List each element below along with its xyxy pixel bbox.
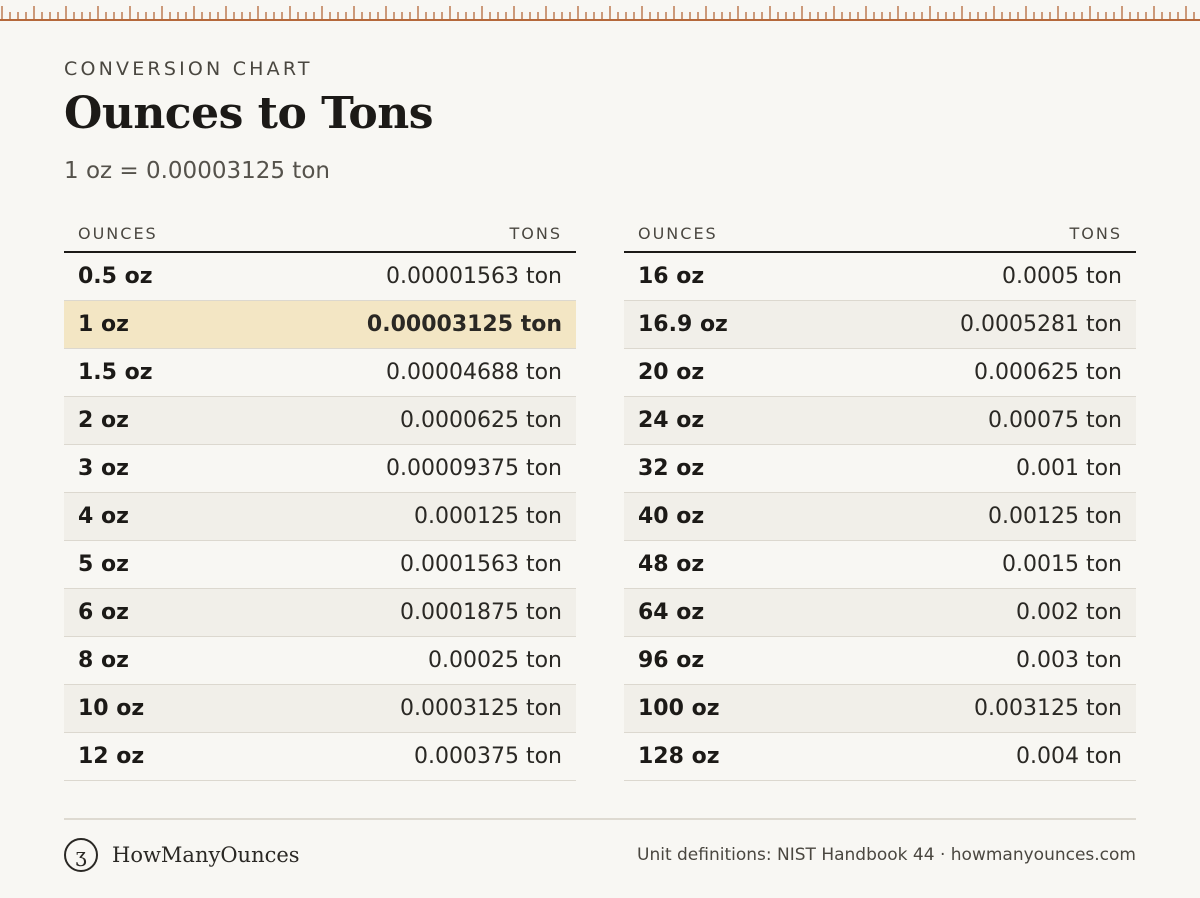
tons-cell: 0.004 ton bbox=[1015, 744, 1122, 769]
table-row: 100 oz 0.003125 ton bbox=[624, 685, 1136, 733]
ounces-cell: 48 oz bbox=[638, 552, 705, 577]
tons-cell: 0.000125 ton bbox=[414, 504, 562, 529]
table-row-highlighted: 1 oz 0.00003125 ton bbox=[64, 301, 576, 349]
tons-cell: 0.0001875 ton bbox=[400, 600, 562, 625]
table-row: 96 oz 0.003 ton bbox=[624, 637, 1136, 685]
ounces-cell: 12 oz bbox=[78, 744, 145, 769]
footer-divider bbox=[64, 818, 1136, 820]
column-header-tons: TONS bbox=[509, 224, 562, 243]
table-row: 16 oz 0.0005 ton bbox=[624, 253, 1136, 301]
table-row: 64 oz 0.002 ton bbox=[624, 589, 1136, 637]
ounces-cell: 3 oz bbox=[78, 456, 129, 481]
ounces-cell: 16 oz bbox=[638, 264, 705, 289]
ounces-cell: 10 oz bbox=[78, 696, 145, 721]
table-header: OUNCES TONS bbox=[64, 216, 576, 253]
ounces-cell: 2 oz bbox=[78, 408, 129, 433]
tons-cell: 0.00001563 ton bbox=[386, 264, 562, 289]
source-credit: Unit definitions: NIST Handbook 44 · how… bbox=[637, 845, 1136, 865]
tons-cell: 0.00009375 ton bbox=[386, 456, 562, 481]
tons-cell: 0.00125 ton bbox=[988, 504, 1122, 529]
tons-cell: 0.003 ton bbox=[1015, 648, 1122, 673]
ruler-decoration bbox=[0, 6, 1200, 21]
eyebrow-label: CONVERSION CHART bbox=[64, 58, 313, 80]
table-row: 16.9 oz 0.0005281 ton bbox=[624, 301, 1136, 349]
table-header: OUNCES TONS bbox=[624, 216, 1136, 253]
ounces-cell: 1 oz bbox=[78, 312, 129, 337]
tons-cell: 0.000625 ton bbox=[974, 360, 1122, 385]
ounces-cell: 32 oz bbox=[638, 456, 705, 481]
ounces-cell: 24 oz bbox=[638, 408, 705, 433]
table-row: 10 oz 0.0003125 ton bbox=[64, 685, 576, 733]
table-body: 0.5 oz 0.00001563 ton 1 oz 0.00003125 ton 1.… bbox=[64, 253, 576, 781]
tons-cell: 0.0015 ton bbox=[1001, 552, 1122, 577]
ounces-cell: 16.9 oz bbox=[638, 312, 728, 337]
ounces-cell: 5 oz bbox=[78, 552, 129, 577]
ounces-cell: 100 oz bbox=[638, 696, 720, 721]
table-row: 4 oz 0.000125 ton bbox=[64, 493, 576, 541]
ounces-cell: 8 oz bbox=[78, 648, 129, 673]
ounces-cell: 4 oz bbox=[78, 504, 129, 529]
ounces-cell: 64 oz bbox=[638, 600, 705, 625]
table-row: 3 oz 0.00009375 ton bbox=[64, 445, 576, 493]
table-row: 1.5 oz 0.00004688 ton bbox=[64, 349, 576, 397]
tons-cell: 0.00004688 ton bbox=[386, 360, 562, 385]
ounces-cell: 128 oz bbox=[638, 744, 720, 769]
table-row: 6 oz 0.0001875 ton bbox=[64, 589, 576, 637]
tons-cell: 0.00003125 ton bbox=[366, 312, 562, 337]
brand[interactable]: ʒ HowManyOunces bbox=[64, 838, 300, 872]
logo-icon: ʒ bbox=[64, 838, 98, 872]
table-row: 12 oz 0.000375 ton bbox=[64, 733, 576, 781]
table-row: 48 oz 0.0015 ton bbox=[624, 541, 1136, 589]
tons-cell: 0.0003125 ton bbox=[400, 696, 562, 721]
table-row: 2 oz 0.0000625 ton bbox=[64, 397, 576, 445]
table-row: 0.5 oz 0.00001563 ton bbox=[64, 253, 576, 301]
tons-cell: 0.0005 ton bbox=[1001, 264, 1122, 289]
ounces-cell: 6 oz bbox=[78, 600, 129, 625]
tons-cell: 0.0005281 ton bbox=[960, 312, 1122, 337]
conversion-table-right: OUNCES TONS 16 oz 0.0005 ton 16.9 oz 0.0005… bbox=[624, 216, 1136, 781]
tons-cell: 0.0001563 ton bbox=[400, 552, 562, 577]
ounces-cell: 40 oz bbox=[638, 504, 705, 529]
table-row: 5 oz 0.0001563 ton bbox=[64, 541, 576, 589]
ounces-cell: 1.5 oz bbox=[78, 360, 153, 385]
tons-cell: 0.002 ton bbox=[1015, 600, 1122, 625]
table-body: 16 oz 0.0005 ton 16.9 oz 0.0005281 ton 20 oz… bbox=[624, 253, 1136, 781]
table-row: 24 oz 0.00075 ton bbox=[624, 397, 1136, 445]
column-header-ounces: OUNCES bbox=[638, 224, 718, 243]
table-row: 32 oz 0.001 ton bbox=[624, 445, 1136, 493]
ounces-cell: 0.5 oz bbox=[78, 264, 153, 289]
tons-cell: 0.001 ton bbox=[1015, 456, 1122, 481]
table-row: 128 oz 0.004 ton bbox=[624, 733, 1136, 781]
table-row: 8 oz 0.00025 ton bbox=[64, 637, 576, 685]
tons-cell: 0.00025 ton bbox=[428, 648, 562, 673]
tons-cell: 0.000375 ton bbox=[414, 744, 562, 769]
conversion-table-left: OUNCES TONS 0.5 oz 0.00001563 ton 1 oz 0.00… bbox=[64, 216, 576, 781]
column-header-ounces: OUNCES bbox=[78, 224, 158, 243]
column-header-tons: TONS bbox=[1069, 224, 1122, 243]
table-row: 20 oz 0.000625 ton bbox=[624, 349, 1136, 397]
brand-name: HowManyOunces bbox=[112, 843, 300, 867]
tons-cell: 0.00075 ton bbox=[988, 408, 1122, 433]
tons-cell: 0.0000625 ton bbox=[400, 408, 562, 433]
table-row: 40 oz 0.00125 ton bbox=[624, 493, 1136, 541]
conversion-formula: 1 oz = 0.00003125 ton bbox=[64, 158, 330, 184]
page-title: Ounces to Tons bbox=[64, 88, 433, 139]
tons-cell: 0.003125 ton bbox=[974, 696, 1122, 721]
ounces-cell: 96 oz bbox=[638, 648, 705, 673]
ounces-cell: 20 oz bbox=[638, 360, 705, 385]
